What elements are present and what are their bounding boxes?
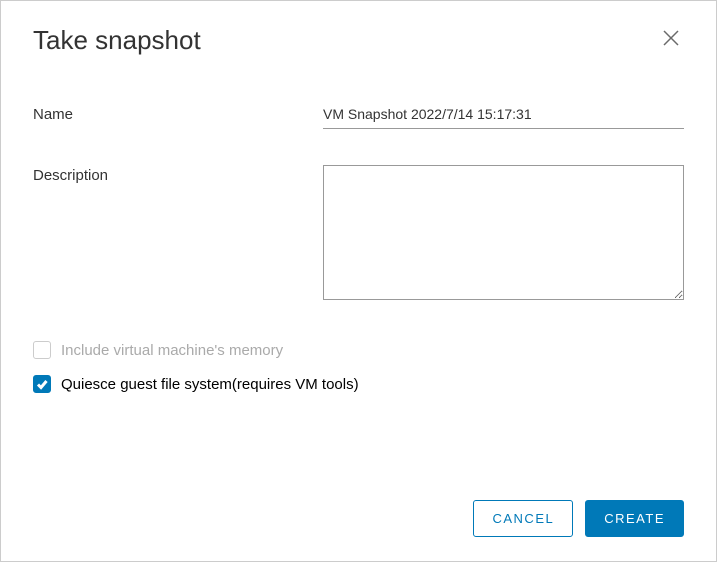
- dialog-header: Take snapshot: [33, 25, 684, 56]
- dialog-title: Take snapshot: [33, 25, 201, 56]
- include-memory-row: Include virtual machine's memory: [33, 341, 684, 359]
- quiesce-checkbox[interactable]: [33, 375, 51, 393]
- include-memory-checkbox: [33, 341, 51, 359]
- dialog-buttons: CANCEL CREATE: [33, 500, 684, 537]
- checkmark-icon: [36, 378, 48, 390]
- name-row: Name: [33, 104, 684, 129]
- name-input[interactable]: [323, 104, 684, 129]
- description-label: Description: [33, 165, 323, 184]
- quiesce-label: Quiesce guest file system(requires VM to…: [61, 376, 359, 393]
- quiesce-row: Quiesce guest file system(requires VM to…: [33, 375, 684, 393]
- include-memory-label: Include virtual machine's memory: [61, 342, 283, 359]
- description-row: Description: [33, 165, 684, 305]
- cancel-button[interactable]: CANCEL: [473, 500, 573, 537]
- close-icon: [662, 29, 680, 47]
- close-button[interactable]: [658, 25, 684, 55]
- create-button[interactable]: CREATE: [585, 500, 684, 537]
- name-label: Name: [33, 104, 323, 123]
- description-input[interactable]: [323, 165, 684, 300]
- take-snapshot-dialog: Take snapshot Name Description Include v…: [1, 1, 716, 561]
